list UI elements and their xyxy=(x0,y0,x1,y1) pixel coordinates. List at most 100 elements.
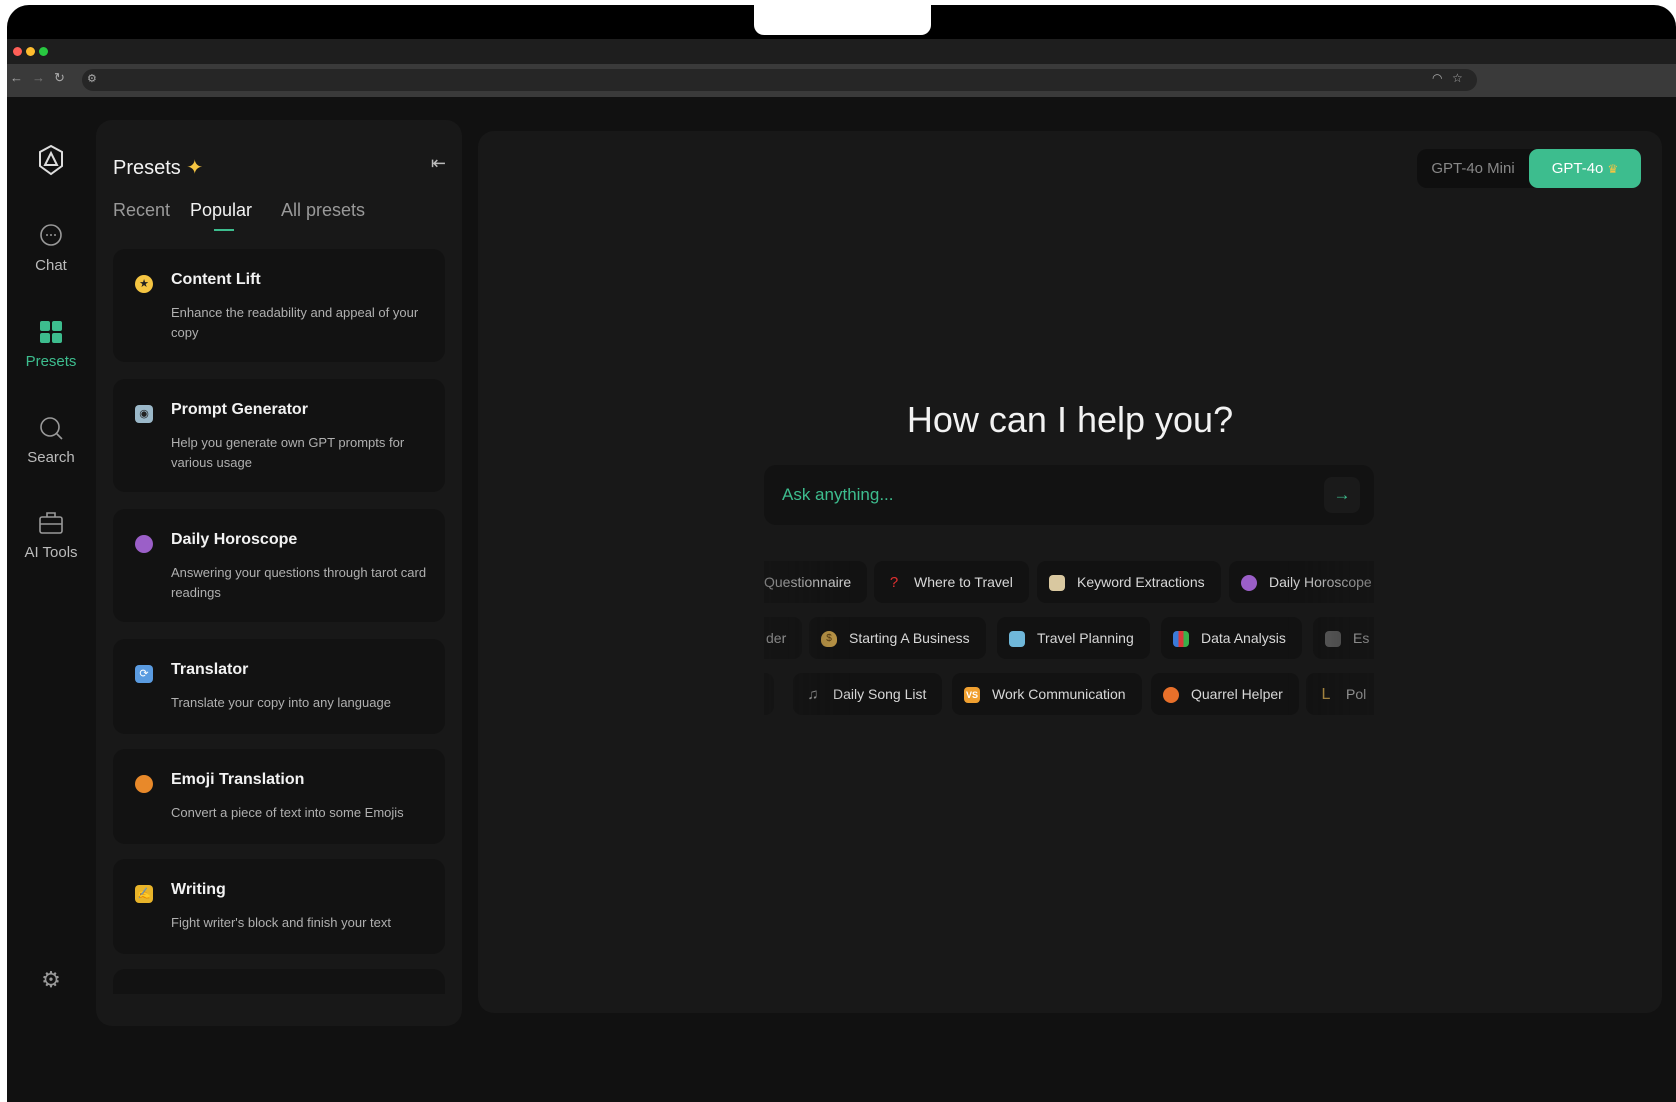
ask-input[interactable] xyxy=(782,465,1302,525)
reload-icon[interactable]: ↻ xyxy=(54,70,65,86)
chip-daily-horoscope[interactable]: Daily Horoscope xyxy=(1229,561,1374,603)
bar-chart-icon xyxy=(1173,631,1189,648)
card-desc: Translate your copy into any language xyxy=(171,695,391,710)
card-title: Prompt Generator xyxy=(171,401,308,418)
toolbox-icon xyxy=(39,512,63,534)
arrow-right-icon: → xyxy=(1333,485,1351,504)
chat-icon xyxy=(40,224,62,246)
model-toggle: GPT-4o Mini GPT-4o ♛ xyxy=(1417,149,1641,188)
chip-label: Questionnaire xyxy=(764,574,852,590)
tab-all-presets[interactable]: All presets xyxy=(281,200,365,221)
chip-label: Quarrel Helper xyxy=(1191,686,1283,702)
nav-chat[interactable]: Chat xyxy=(7,223,95,274)
app-logo[interactable] xyxy=(7,143,95,185)
maximize-window-button[interactable] xyxy=(39,47,48,56)
forward-icon[interactable]: → xyxy=(32,70,45,85)
close-window-button[interactable] xyxy=(13,47,22,56)
back-icon[interactable]: ← xyxy=(10,70,23,85)
preset-card-daily-horoscope[interactable]: Daily Horoscope Answering your questions … xyxy=(113,509,445,622)
collapse-left-icon: ⇤ xyxy=(430,153,446,173)
document-icon xyxy=(1325,631,1341,648)
card-desc: Enhance the readability and appeal of yo… xyxy=(171,305,419,340)
chip-partial-left[interactable]: der xyxy=(764,617,803,659)
robot-emoji-icon: ◉ xyxy=(135,405,153,423)
presets-panel: Presets ✦ ⇤ Recent Popular All presets ★… xyxy=(96,120,462,1026)
vs-icon: VS xyxy=(964,687,980,704)
chip-work-communication[interactable]: VS Work Communication xyxy=(952,673,1142,715)
chip-daily-song-list[interactable]: ♫ Daily Song List xyxy=(793,673,943,715)
nav-label: Chat xyxy=(35,257,67,274)
card-desc: Convert a piece of text into some Emojis xyxy=(171,805,404,820)
nav-ai-tools[interactable]: AI Tools xyxy=(7,510,95,561)
performance-icon[interactable]: ◠ xyxy=(1432,71,1442,85)
search-icon xyxy=(40,417,63,440)
clipboard-icon xyxy=(1049,575,1065,592)
star-icon[interactable]: ☆ xyxy=(1452,71,1463,85)
card-desc: Fight writer's block and finish your tex… xyxy=(171,915,391,930)
card-desc: Answering your questions through tarot c… xyxy=(171,565,427,600)
chip-label: Work Communication xyxy=(992,686,1126,702)
preset-card-emoji-translation[interactable]: Emoji Translation Convert a piece of text… xyxy=(113,749,445,844)
chip-travel-planning[interactable]: Travel Planning xyxy=(997,617,1150,659)
chip-label: Pol xyxy=(1346,686,1367,702)
model-gpt-4o[interactable]: GPT-4o ♛ xyxy=(1529,149,1641,188)
chip-label: Es xyxy=(1353,630,1370,646)
chip-label: Daily Song List xyxy=(833,686,927,702)
crystal-ball-icon xyxy=(1241,575,1257,592)
chat-input-box: → xyxy=(764,465,1374,525)
panel-title: Presets ✦ xyxy=(113,155,203,180)
address-bar[interactable]: ⚙ ◠ ☆ xyxy=(82,69,1477,91)
preset-card-content-lift[interactable]: ★ Content Lift Enhance the readability and… xyxy=(113,249,445,362)
chip-label: Daily Horoscope xyxy=(1269,574,1372,590)
chip-starting-a-business[interactable]: $ Starting A Business xyxy=(809,617,986,659)
chip-label: Data Analysis xyxy=(1201,630,1286,646)
chip-label: Travel Planning xyxy=(1037,630,1134,646)
chip-label: Starting A Business xyxy=(849,630,970,646)
preset-card-partial[interactable] xyxy=(113,969,445,994)
nav-search[interactable]: Search xyxy=(7,415,95,466)
card-title: Content Lift xyxy=(171,271,261,288)
preset-card-translator[interactable]: ⟳ Translator Translate your copy into any … xyxy=(113,639,445,734)
chip-quarrel-helper[interactable]: Quarrel Helper xyxy=(1151,673,1299,715)
welcome-heading: How can I help you? xyxy=(906,399,1234,440)
chip-label: der xyxy=(766,630,787,646)
chip-partial-left[interactable] xyxy=(764,673,774,715)
chip-label: Where to Travel xyxy=(914,574,1013,590)
model-label: GPT-4o xyxy=(1551,160,1604,177)
card-title: Writing xyxy=(171,881,226,898)
pumpkin-emoji-icon xyxy=(135,775,153,793)
camera-notch xyxy=(754,0,931,35)
tab-popular[interactable]: Popular xyxy=(190,200,252,231)
card-title: Daily Horoscope xyxy=(171,531,298,548)
preset-card-writing[interactable]: ✍ Writing Fight writer's block and finish … xyxy=(113,859,445,954)
chat-main-area: GPT-4o Mini GPT-4o ♛ How can I help you?… xyxy=(478,131,1662,1013)
boot-icon: L xyxy=(1321,686,1331,704)
tab-recent[interactable]: Recent xyxy=(113,200,170,221)
site-settings-icon[interactable]: ⚙ xyxy=(87,72,97,85)
model-gpt-4o-mini[interactable]: GPT-4o Mini xyxy=(1417,149,1529,188)
card-desc: Help you generate own GPT prompts for va… xyxy=(171,435,405,470)
collapse-panel-button[interactable]: ⇤ xyxy=(431,153,446,174)
repeat-emoji-icon: ⟳ xyxy=(135,665,153,683)
chip-questionnaire[interactable]: Questionnaire xyxy=(764,561,868,603)
sparkles-icon: ✦ xyxy=(186,157,204,179)
preset-list[interactable]: ★ Content Lift Enhance the readability and… xyxy=(113,249,445,994)
nav-label: Presets xyxy=(25,353,77,370)
send-button[interactable]: → xyxy=(1324,477,1360,513)
logo-icon xyxy=(39,144,63,176)
preset-card-prompt-generator[interactable]: ◉ Prompt Generator Help you generate own G… xyxy=(113,379,445,492)
chip-where-to-travel[interactable]: ? Where to Travel xyxy=(874,561,1029,603)
settings-button[interactable]: ⚙ xyxy=(7,967,95,993)
chip-data-analysis[interactable]: Data Analysis xyxy=(1161,617,1302,659)
chip-keyword-extractions[interactable]: Keyword Extractions xyxy=(1037,561,1221,603)
nav-presets[interactable]: Presets xyxy=(7,319,95,370)
crown-icon: ♛ xyxy=(1607,162,1619,176)
panel-title-text: Presets xyxy=(113,157,181,179)
chip-partial-right[interactable]: L Pol xyxy=(1306,673,1374,715)
nav-label: Search xyxy=(27,449,75,466)
map-icon xyxy=(1009,631,1025,648)
chip-partial-right[interactable]: Es xyxy=(1313,617,1374,659)
writing-hand-emoji-icon: ✍ xyxy=(135,885,153,903)
card-title: Emoji Translation xyxy=(171,771,305,788)
minimize-window-button[interactable] xyxy=(26,47,35,56)
